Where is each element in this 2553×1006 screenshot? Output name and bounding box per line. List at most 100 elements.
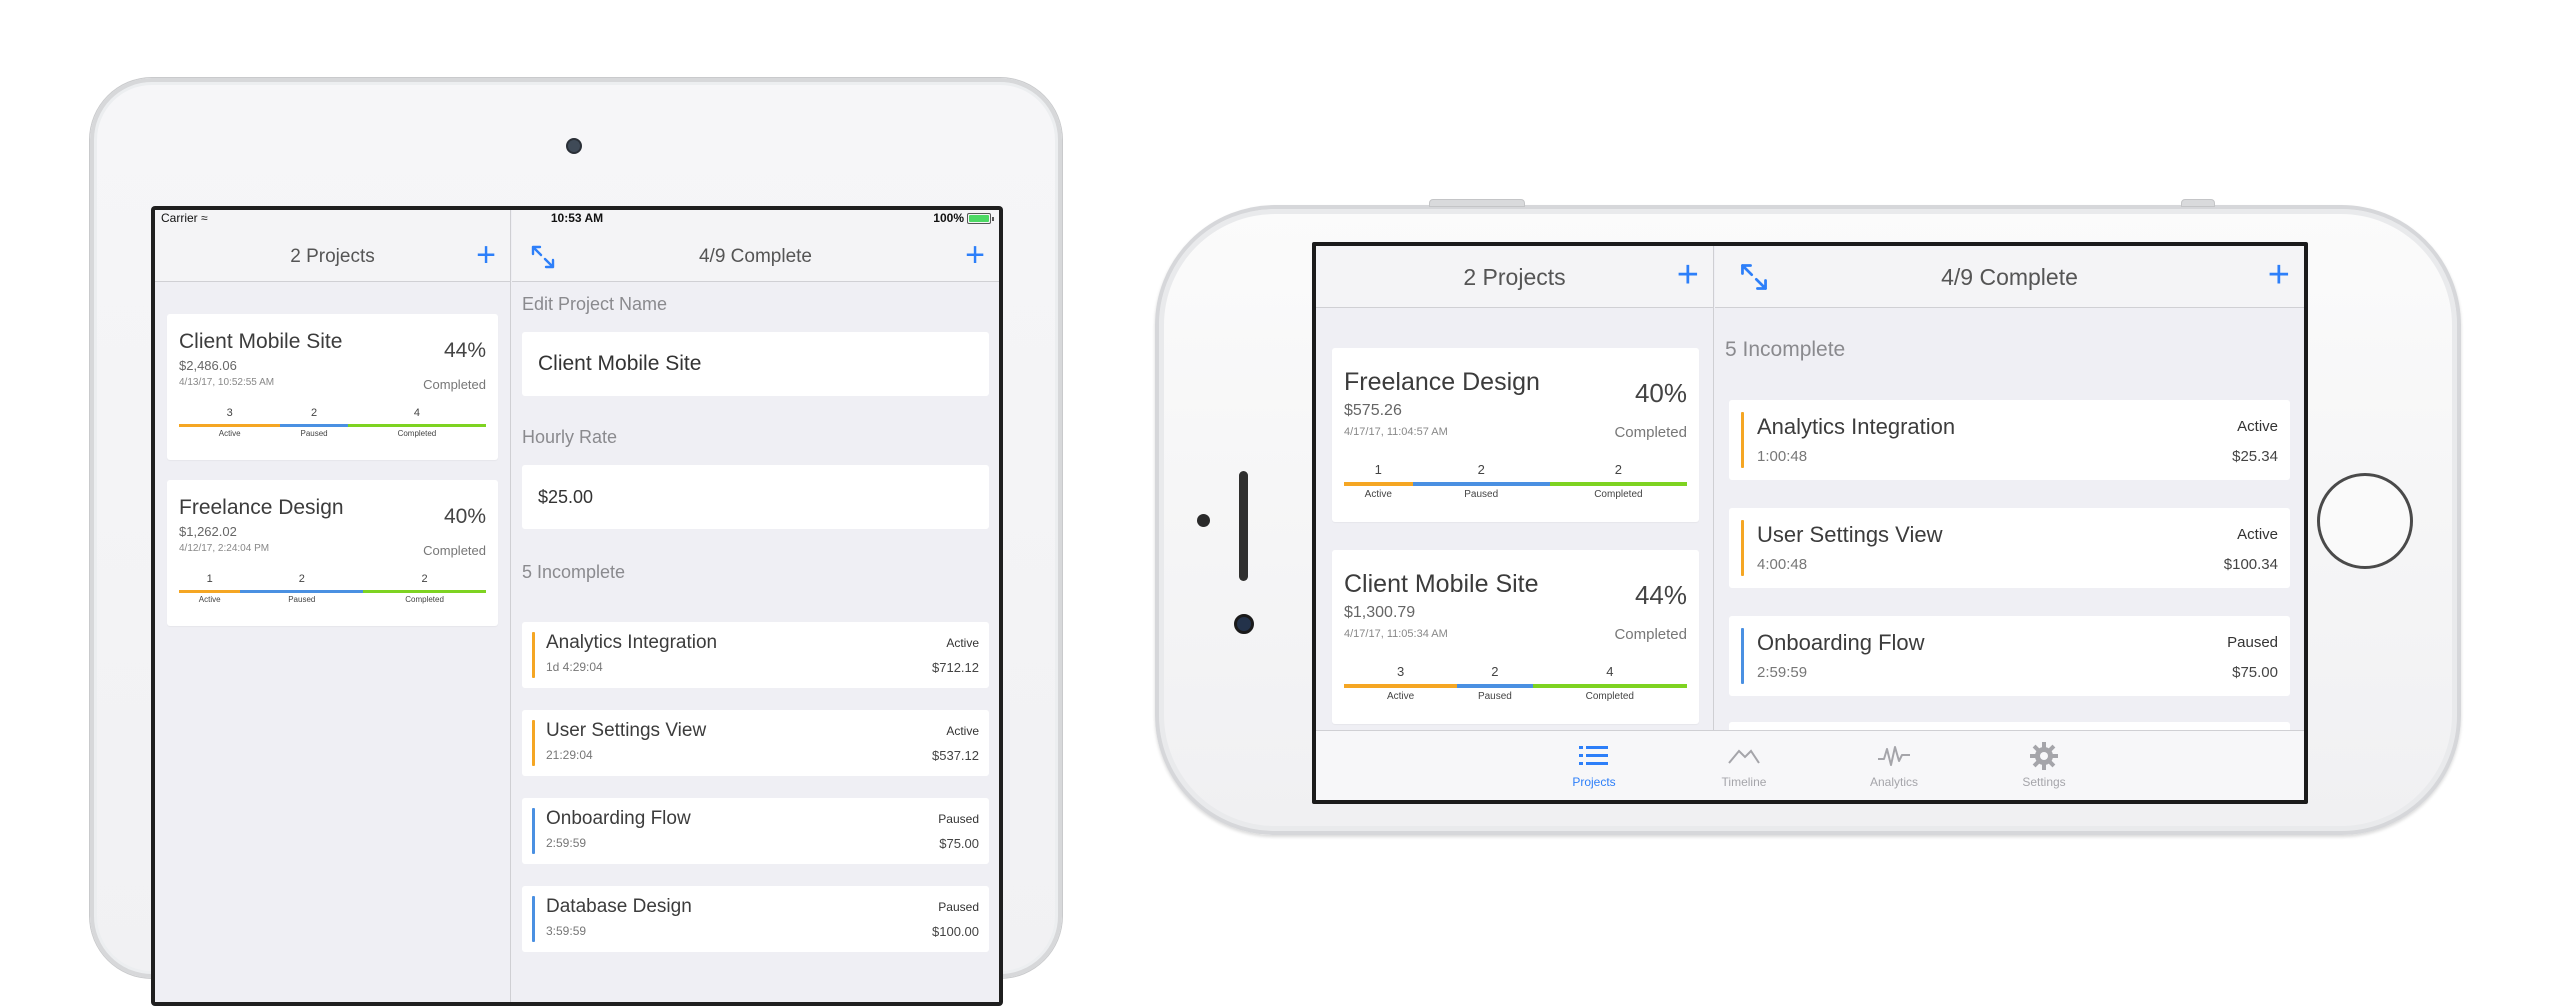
- active-bar: [1344, 684, 1458, 688]
- task-amount: $75.00: [2232, 664, 2278, 681]
- completed-count: 4: [413, 407, 420, 419]
- project-name: Freelance Design: [1344, 368, 1540, 396]
- projects-nav-bar: 2 Projects +: [1316, 246, 1713, 308]
- status-bar: Carrier ≈ 10:53 AM 100%: [155, 210, 999, 226]
- task-amount: $100.00: [932, 924, 979, 939]
- task-status: Paused: [938, 900, 979, 914]
- active-count: 3: [1396, 664, 1405, 679]
- tab-label: Settings: [2022, 775, 2066, 789]
- home-button[interactable]: [2317, 473, 2413, 569]
- ipad-device: 2 Projects + Client Mobile Site $2,486.0…: [90, 78, 1062, 1006]
- tab-timeline[interactable]: Timeline: [1699, 739, 1789, 789]
- project-name-input[interactable]: [522, 332, 989, 396]
- task-row[interactable]: User Settings View 4:00:48 Active $100.3…: [1729, 508, 2290, 588]
- active-count: 1: [206, 573, 213, 585]
- completed-label: Completed: [1585, 691, 1634, 702]
- task-status: Active: [2237, 418, 2278, 435]
- paused-bar: [240, 590, 364, 593]
- battery-percent: 100%: [933, 211, 964, 225]
- iphone-screen: 2 Projects + Freelance Design $575.26 4/…: [1312, 242, 2308, 804]
- add-task-button[interactable]: +: [2268, 256, 2290, 294]
- task-status: Active: [946, 724, 979, 738]
- project-card[interactable]: Freelance Design $1,262.02 4/12/17, 2:24…: [167, 480, 498, 626]
- paused-count: 2: [311, 407, 318, 419]
- power-button: [2181, 199, 2215, 207]
- add-project-button[interactable]: +: [476, 238, 496, 272]
- proximity-sensor: [1197, 514, 1210, 527]
- front-camera: [566, 138, 582, 154]
- ipad-app: 2 Projects + Client Mobile Site $2,486.0…: [155, 210, 999, 1002]
- hourly-rate-field[interactable]: [522, 465, 989, 529]
- iphone-app: 2 Projects + Freelance Design $575.26 4/…: [1316, 246, 2304, 800]
- add-task-button[interactable]: +: [965, 238, 985, 272]
- task-row[interactable]: Analytics Integration 1d 4:29:04 Active …: [522, 622, 989, 688]
- project-date: 4/13/17, 10:52:55 AM: [179, 377, 275, 388]
- project-card[interactable]: Client Mobile Site $1,300.79 4/17/17, 11…: [1332, 550, 1699, 724]
- task-row[interactable]: User Settings View 21:29:04 Active $537.…: [522, 710, 989, 776]
- paused-bar: [280, 424, 348, 427]
- project-amount: $2,486.06: [179, 358, 237, 373]
- task-amount: $75.00: [939, 836, 979, 851]
- completed-label: Completed: [1594, 489, 1643, 500]
- projects-count-title: 2 Projects: [1463, 264, 1566, 290]
- tab-bar: Projects Timeline Analytics Settings: [1316, 730, 2304, 800]
- task-name: Database Design: [546, 896, 692, 917]
- task-name: User Settings View: [1757, 522, 1943, 547]
- completed-count: 2: [421, 573, 428, 585]
- hourly-rate-input[interactable]: [522, 465, 989, 529]
- projects-pane: 2 Projects + Freelance Design $575.26 4/…: [1316, 246, 1714, 730]
- incomplete-count-label: 5 Incomplete: [1725, 338, 1846, 361]
- task-name: User Settings View: [546, 720, 707, 741]
- paused-count: 2: [1491, 664, 1499, 679]
- active-bar: [179, 424, 281, 427]
- status-accent-bar: [532, 808, 535, 854]
- tab-analytics[interactable]: Analytics: [1849, 739, 1939, 789]
- battery-indicator: 100%: [933, 211, 994, 225]
- completed-bar: [1532, 684, 1687, 688]
- project-completed-label: Completed: [423, 377, 486, 392]
- tab-settings[interactable]: Settings: [1999, 739, 2089, 789]
- task-amount: $25.34: [2232, 448, 2278, 465]
- list-icon: [1579, 746, 1608, 765]
- project-detail-pane: 4/9 Complete + 5 Incomplete Analytics In…: [1715, 246, 2304, 762]
- task-row[interactable]: Database Design 3:59:59 Paused $100.00: [522, 886, 989, 952]
- iphone-device: 2 Projects + Freelance Design $575.26 4/…: [1155, 199, 2461, 835]
- project-amount: $575.26: [1344, 402, 1402, 419]
- task-status-counts: 3 Active 2 Paused 4 Completed: [179, 407, 486, 441]
- status-accent-bar: [532, 632, 535, 678]
- volume-button: [1429, 199, 1525, 207]
- active-label: Active: [1364, 489, 1392, 500]
- completed-count: 2: [1614, 462, 1622, 477]
- project-completed-label: Completed: [1614, 626, 1687, 643]
- project-date: 4/17/17, 11:04:57 AM: [1344, 426, 1448, 438]
- project-name-field[interactable]: [522, 332, 989, 396]
- task-amount: $100.34: [2223, 556, 2278, 573]
- project-completed-label: Completed: [1614, 424, 1687, 441]
- status-time: 10:53 AM: [550, 211, 604, 225]
- tab-projects[interactable]: Projects: [1549, 739, 1639, 789]
- paused-bar: [1457, 684, 1533, 688]
- tab-label: Analytics: [1869, 775, 1919, 789]
- task-row[interactable]: Onboarding Flow 2:59:59 Paused $75.00: [522, 798, 989, 864]
- project-name: Client Mobile Site: [179, 330, 343, 353]
- paused-label: Paused: [1477, 691, 1512, 702]
- completed-count: 4: [1606, 664, 1614, 679]
- task-name: Analytics Integration: [546, 632, 718, 653]
- status-accent-bar: [532, 720, 535, 766]
- task-row[interactable]: Analytics Integration 1:00:48 Active $25…: [1729, 400, 2290, 480]
- active-bar: [1344, 482, 1413, 486]
- status-accent-bar: [1741, 412, 1744, 468]
- task-amount: $537.12: [932, 748, 979, 763]
- battery-icon: [967, 212, 994, 224]
- task-status: Paused: [938, 812, 979, 826]
- hourly-rate-label: Hourly Rate: [522, 427, 618, 447]
- gear-icon: [2030, 742, 2058, 770]
- earpiece-speaker: [1239, 471, 1248, 581]
- edit-project-name-label: Edit Project Name: [522, 294, 668, 314]
- add-project-button[interactable]: +: [1677, 256, 1699, 294]
- detail-nav-bar: 4/9 Complete +: [1715, 246, 2304, 308]
- project-card[interactable]: Freelance Design $575.26 4/17/17, 11:04:…: [1332, 348, 1699, 522]
- task-time: 1:00:48: [1757, 448, 1808, 465]
- task-row[interactable]: Onboarding Flow 2:59:59 Paused $75.00: [1729, 616, 2290, 696]
- project-card[interactable]: Client Mobile Site $2,486.06 4/13/17, 10…: [167, 314, 498, 460]
